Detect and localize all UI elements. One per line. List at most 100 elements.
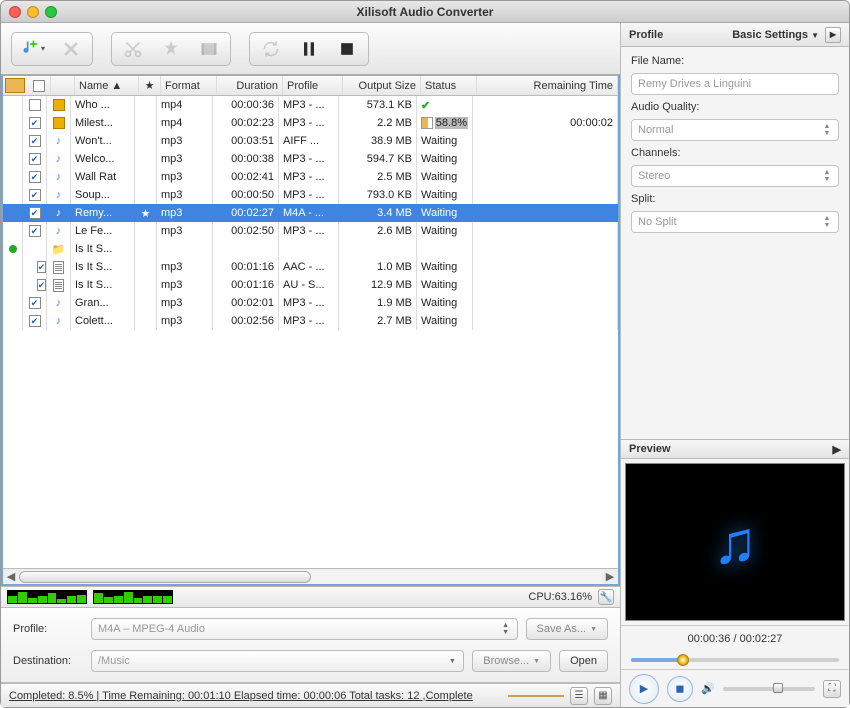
checkall[interactable]	[33, 80, 45, 92]
titlebar[interactable]: Xilisoft Audio Converter	[1, 1, 849, 23]
row-checkbox[interactable]: ✔	[29, 189, 41, 201]
table-row[interactable]: ✔♪Gran...mp300:02:01MP3 - ...1.9 MBWaiti…	[3, 294, 618, 312]
row-checkbox[interactable]: ✔	[29, 315, 41, 327]
file-table: Name ▲ ★ Format Duration Profile Output …	[1, 75, 620, 586]
list-view-icon[interactable]: ☰	[570, 687, 588, 705]
row-name: Is It S...	[71, 276, 135, 294]
volume-icon[interactable]: 🔊	[701, 682, 715, 695]
table-row[interactable]: ✔Is It S...mp300:01:16AU - S...12.9 MBWa…	[3, 276, 618, 294]
open-button[interactable]: Open	[559, 650, 608, 672]
cut-button	[118, 36, 148, 62]
col-name[interactable]: Name ▲	[75, 76, 139, 95]
seek-thumb[interactable]	[677, 654, 689, 666]
row-checkbox[interactable]: ✔	[37, 279, 47, 291]
quality-select[interactable]: Normal▲▼	[631, 119, 839, 141]
col-format[interactable]: Format	[161, 76, 217, 95]
add-media-button[interactable]: ▾	[18, 36, 48, 62]
col-remaining[interactable]: Remaining Time	[477, 76, 618, 95]
window-title: Xilisoft Audio Converter	[57, 5, 793, 19]
row-checkbox[interactable]: ✔	[29, 297, 41, 309]
close-icon[interactable]	[9, 6, 21, 18]
scroll-thumb[interactable]	[19, 571, 311, 583]
filename-label: File Name:	[631, 55, 839, 67]
audio-icon: ♪	[52, 134, 66, 148]
waveform-icon	[7, 590, 87, 604]
detail-view-icon[interactable]: ▦	[594, 687, 612, 705]
col-duration[interactable]: Duration	[217, 76, 283, 95]
destination-combo[interactable]: /Music▼	[91, 650, 464, 672]
pause-button[interactable]	[294, 36, 324, 62]
play-button[interactable]: ▶	[629, 674, 659, 704]
table-row[interactable]: ✔♪Soup...mp300:00:50MP3 - ...793.0 KBWai…	[3, 186, 618, 204]
stop-preview-button[interactable]: ◼	[667, 676, 693, 702]
zoom-icon[interactable]	[45, 6, 57, 18]
browse-button[interactable]: Browse... ▼	[472, 650, 551, 672]
channels-select[interactable]: Stereo▲▼	[631, 165, 839, 187]
row-name: Wall Rat	[71, 168, 135, 186]
cpu-label: CPU:63.16%	[528, 591, 592, 603]
volume-slider[interactable]	[723, 687, 815, 691]
col-star[interactable]: ★	[139, 76, 161, 95]
video-icon	[52, 98, 66, 112]
table-row[interactable]: ✔Is It S...mp300:01:16AAC - ...1.0 MBWai…	[3, 258, 618, 276]
table-row[interactable]: ✔♪Wall Ratmp300:02:41MP3 - ...2.5 MBWait…	[3, 168, 618, 186]
table-row[interactable]: ✔♪Colett...mp300:02:56MP3 - ...2.7 MBWai…	[3, 312, 618, 330]
audio-icon: ♪	[52, 152, 66, 166]
remove-button	[56, 36, 86, 62]
stop-button[interactable]	[332, 36, 362, 62]
filename-input[interactable]: Remy Drives a Linguini	[631, 73, 839, 95]
volume-thumb[interactable]	[773, 683, 783, 693]
col-output[interactable]: Output Size	[343, 76, 421, 95]
row-checkbox[interactable]: ✔	[29, 225, 41, 237]
audio-icon: ♪	[52, 224, 66, 238]
table-row[interactable]: 📁Is It S...	[3, 240, 618, 258]
preview-expand-icon[interactable]: ▶	[833, 443, 841, 456]
text-icon	[52, 278, 66, 292]
expand-icon[interactable]: ▶	[825, 27, 841, 43]
row-name: Milest...	[71, 114, 135, 132]
row-name: Who ...	[71, 96, 135, 114]
table-row[interactable]: ✔Milest...mp400:02:23MP3 - ...2.2 MB58.8…	[3, 114, 618, 132]
table-body[interactable]: Who ...mp400:00:36MP3 - ...573.1 KB✔ ✔ Mil…	[3, 96, 618, 568]
basic-settings-dropdown[interactable]: Basic Settings ▼	[732, 29, 819, 41]
row-checkbox[interactable]: ✔	[29, 117, 41, 129]
preview-canvas: ♫	[625, 463, 845, 621]
music-note-icon: ♫	[713, 508, 758, 577]
save-as-button[interactable]: Save As... ▼	[526, 618, 608, 640]
audio-icon: ♪	[52, 188, 66, 202]
split-label: Split:	[631, 193, 839, 205]
profile-destination-area: Profile: M4A – MPEG-4 Audio▲▼ Save As...…	[1, 608, 620, 683]
scroll-left-icon[interactable]: ◀	[3, 570, 19, 584]
seek-slider[interactable]	[621, 651, 849, 669]
audio-icon: ♪	[52, 206, 66, 220]
profile-combo[interactable]: M4A – MPEG-4 Audio▲▼	[91, 618, 518, 640]
status-text: Completed: 8.5% | Time Remaining: 00:01:…	[9, 690, 502, 702]
toolbar: ▾	[1, 23, 620, 75]
split-select[interactable]: No Split▲▼	[631, 211, 839, 233]
h-scrollbar[interactable]: ◀ ▶	[3, 568, 618, 584]
table-row[interactable]: ✔♪Le Fe...mp300:02:50MP3 - ...2.6 MBWait…	[3, 222, 618, 240]
table-row[interactable]: ✔♪Welco...mp300:00:38MP3 - ...594.7 KBWa…	[3, 150, 618, 168]
video-icon	[52, 116, 66, 130]
table-header[interactable]: Name ▲ ★ Format Duration Profile Output …	[3, 76, 618, 96]
folder-icon: 📁	[52, 242, 66, 256]
profile-header: Profile Basic Settings ▼ ▶	[621, 23, 849, 47]
table-row[interactable]: ✔♪Remy...★mp300:02:27M4A - ...3.4 MBWait…	[3, 204, 618, 222]
row-checkbox[interactable]	[29, 99, 41, 111]
fullscreen-icon[interactable]: ⛶	[823, 680, 841, 698]
audio-icon: ♪	[52, 314, 66, 328]
row-checkbox[interactable]: ✔	[29, 207, 41, 219]
col-profile[interactable]: Profile	[283, 76, 343, 95]
row-checkbox[interactable]: ✔	[29, 135, 41, 147]
table-row[interactable]: ✔♪Won't...mp300:03:51AIFF ...38.9 MBWait…	[3, 132, 618, 150]
row-checkbox[interactable]: ✔	[29, 153, 41, 165]
progress-bar	[421, 117, 433, 129]
minimize-icon[interactable]	[27, 6, 39, 18]
settings-icon[interactable]: 🔧	[598, 589, 614, 605]
row-checkbox[interactable]: ✔	[37, 261, 47, 273]
table-row[interactable]: Who ...mp400:00:36MP3 - ...573.1 KB✔	[3, 96, 618, 114]
row-name: Le Fe...	[71, 222, 135, 240]
col-status[interactable]: Status	[421, 76, 477, 95]
row-checkbox[interactable]: ✔	[29, 171, 41, 183]
scroll-right-icon[interactable]: ▶	[602, 570, 618, 584]
